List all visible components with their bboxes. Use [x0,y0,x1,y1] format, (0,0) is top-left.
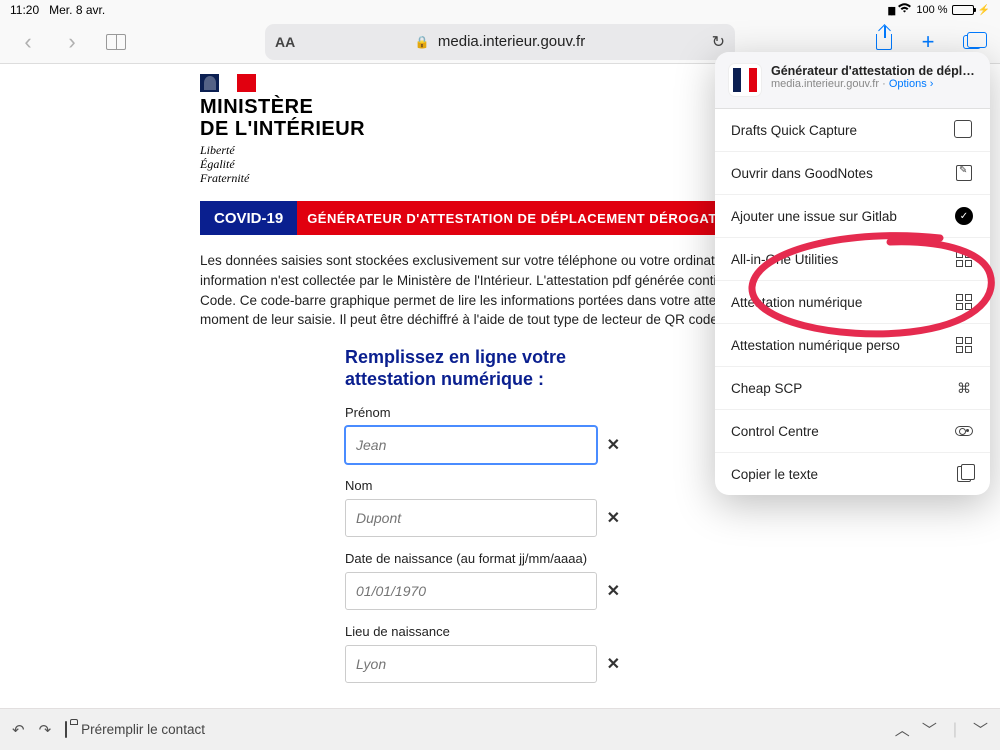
tabs-icon [963,35,981,49]
keyboard-up-button[interactable]: ︿ [895,719,910,740]
wifi-icon [897,3,912,17]
copy-icon [954,464,974,484]
utilities-icon [954,249,974,269]
shortcut-bar: ↶ ↷ Préremplir le contact ︿ ﹀ | ﹀ [0,708,1000,750]
qr-icon [954,292,974,312]
status-bar: 11:20 Mer. 8 avr. ▮▮ 100 % ⚡ [0,0,1000,20]
back-button[interactable]: ‹ [6,20,50,64]
share-item-goodnotes[interactable]: Ouvrir dans GoodNotes [715,152,990,195]
motto: Liberté Égalité Fraternité [200,144,800,185]
flag-logo [200,74,256,92]
prenom-input[interactable] [345,426,597,464]
battery-icon [952,5,974,15]
nom-input[interactable] [345,499,597,537]
share-item-cheapscp[interactable]: Cheap SCP ⌘ [715,367,990,410]
share-item-allinone[interactable]: All-in-One Utilities [715,238,990,281]
plus-icon: + [922,29,935,55]
nom-label: Nom [345,478,620,493]
attestation-form: Remplissez en ligne votreattestation num… [345,346,620,683]
ministry-title: MINISTÈREDE L'INTÉRIEUR [200,96,800,140]
control-centre-icon [954,421,974,441]
share-title: Générateur d'attestation de déplacement … [771,64,976,78]
lock-icon: 🔒 [415,35,430,49]
qr-icon [954,335,974,355]
bookmarks-button[interactable] [94,20,138,64]
wifi-icon: ▮▮ [887,4,893,17]
address-bar[interactable]: AA 🔒 media.interieur.gouv.fr ↻ [265,24,735,60]
keyboard-down-button[interactable]: ﹀ [922,719,937,740]
clear-prenom-button[interactable]: ✕ [607,435,620,455]
shortcut-label[interactable]: Préremplir le contact [81,722,205,737]
clear-nom-button[interactable]: ✕ [607,508,620,528]
undo-button[interactable]: ↶ [12,721,25,739]
forward-button[interactable]: › [50,20,94,64]
share-subtitle: media.interieur.gouv.fr · Options › [771,78,976,90]
reader-aa-button[interactable]: AA [275,34,295,50]
drafts-icon [954,120,974,140]
share-options-link[interactable]: Options › [889,78,934,90]
share-sheet: Générateur d'attestation de déplacement … [715,52,990,495]
share-item-copytext[interactable]: Copier le texte [715,453,990,495]
clipboard-icon [65,722,67,737]
dismiss-keyboard-button[interactable]: ﹀ [973,719,988,740]
status-time: 11:20 [10,3,39,17]
banner-badge: COVID-19 [200,201,297,235]
charging-icon: ⚡ [978,5,990,16]
clear-dob-button[interactable]: ✕ [607,581,620,601]
lieu-label: Lieu de naissance [345,624,620,639]
battery-text: 100 % [916,4,947,16]
share-item-controlcentre[interactable]: Control Centre [715,410,990,453]
clear-lieu-button[interactable]: ✕ [607,654,620,674]
status-date: Mer. 8 avr. [49,3,105,17]
share-item-attestation[interactable]: Attestation numérique [715,281,990,324]
dob-input[interactable] [345,572,597,610]
share-item-drafts[interactable]: Drafts Quick Capture [715,109,990,152]
book-icon [106,34,126,50]
share-header: Générateur d'attestation de déplacement … [715,52,990,109]
goodnotes-icon [954,163,974,183]
page-description: Les données saisies sont stockées exclus… [200,251,800,329]
lieu-input[interactable] [345,645,597,683]
url-text: media.interieur.gouv.fr [438,33,585,50]
form-title: Remplissez en ligne votreattestation num… [345,346,620,391]
reload-button[interactable]: ↻ [712,32,725,52]
share-item-gitlab[interactable]: Ajouter une issue sur Gitlab ✓ [715,195,990,238]
redo-button[interactable]: ↷ [39,721,52,739]
covid-banner: COVID-19 GÉNÉRATEUR D'ATTESTATION DE DÉP… [200,201,800,235]
share-icon [876,34,892,50]
checkmark-icon: ✓ [954,206,974,226]
share-item-attestation-perso[interactable]: Attestation numérique perso [715,324,990,367]
share-site-icon [729,64,761,96]
scp-icon: ⌘ [954,378,974,398]
dob-label: Date de naissance (au format jj/mm/aaaa) [345,551,620,566]
prenom-label: Prénom [345,405,620,420]
